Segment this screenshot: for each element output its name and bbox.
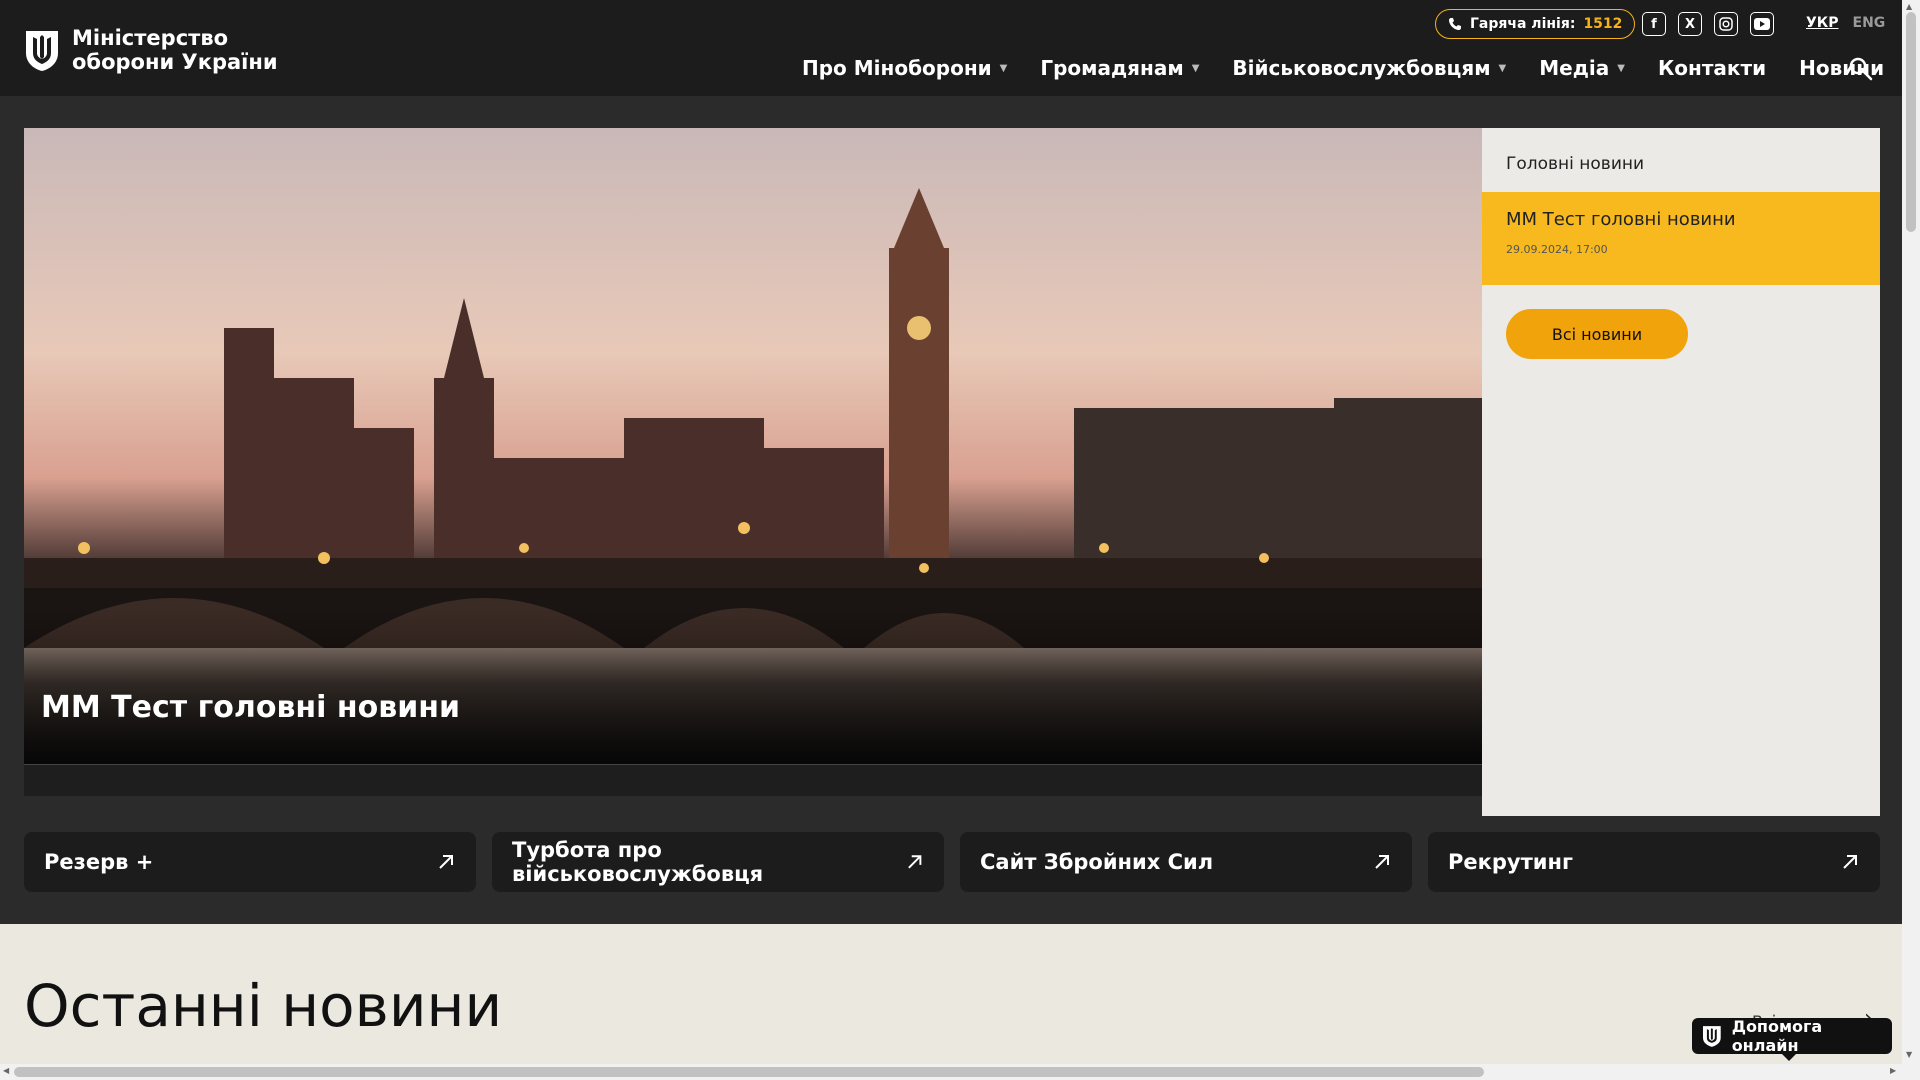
- hotline-number: 1512: [1583, 16, 1623, 32]
- news-item-date: 29.09.2024, 17:00: [1506, 243, 1608, 256]
- lang-ukr[interactable]: УКР: [1806, 15, 1839, 31]
- logo-line-1: Міністерство: [72, 26, 229, 50]
- quick-link-care[interactable]: Турбота про військовослужбовця: [492, 832, 944, 892]
- quick-link-recruiting[interactable]: Рекрутинг: [1428, 832, 1880, 892]
- quick-link-label: Резерв +: [44, 850, 154, 874]
- quick-link-armed-forces[interactable]: Сайт Збройних Сил: [960, 832, 1412, 892]
- nav-servicemen[interactable]: Військовослужбовцям ▼: [1232, 56, 1506, 80]
- nav-media[interactable]: Медіа ▼: [1539, 56, 1625, 80]
- latest-news-title: Останні новини: [24, 972, 503, 1040]
- hotline-label: Гаряча лінія:: [1470, 16, 1576, 32]
- quick-links: Резерв + Турбота про військовослужбовця …: [24, 832, 1880, 892]
- nav-label: Громадянам: [1040, 56, 1184, 80]
- help-online-button[interactable]: Допомога онлайн: [1692, 1017, 1892, 1055]
- vertical-scroll-thumb[interactable]: [1906, 12, 1916, 232]
- hero-divider: [24, 764, 1482, 765]
- quick-link-reserve[interactable]: Резерв +: [24, 832, 476, 892]
- nav-label: Про Міноборони: [802, 56, 992, 80]
- lang-eng[interactable]: ENG: [1853, 15, 1886, 31]
- caret-down-icon: ▼: [1191, 62, 1200, 74]
- trident-logo-icon: [26, 31, 58, 71]
- scroll-down-icon[interactable]: ▼: [1906, 1050, 1912, 1059]
- quick-link-label: Рекрутинг: [1448, 850, 1573, 874]
- hero-image: [24, 128, 1482, 764]
- site-logo[interactable]: Міністерство оборони України: [24, 26, 278, 74]
- quick-link-label: Сайт Збройних Сил: [980, 850, 1214, 874]
- site-header: Міністерство оборони України Гаряча ліні…: [0, 0, 1902, 96]
- horizontal-scrollbar[interactable]: ◀ ▶: [0, 1064, 1902, 1080]
- phone-icon: [1449, 18, 1461, 30]
- caret-down-icon: ▼: [1498, 62, 1507, 74]
- caret-down-icon: ▼: [999, 62, 1008, 74]
- horizontal-scroll-thumb[interactable]: [14, 1067, 1484, 1077]
- quick-link-label: Турбота про військовослужбовця: [512, 838, 764, 886]
- logo-text: Міністерство оборони України: [72, 26, 278, 74]
- nav-about-ministry[interactable]: Про Міноборони ▼: [802, 56, 1007, 80]
- arrow-up-right-icon: [439, 855, 453, 869]
- scroll-right-icon[interactable]: ▶: [1890, 1066, 1896, 1075]
- caret-down-icon: ▼: [1617, 62, 1625, 74]
- nav-citizens[interactable]: Громадянам ▼: [1040, 56, 1199, 80]
- facebook-icon[interactable]: f: [1642, 12, 1666, 36]
- logo-line-2: оборони України: [72, 50, 278, 74]
- nav-contacts[interactable]: Контакти: [1658, 56, 1766, 80]
- trident-icon: [1702, 1026, 1721, 1047]
- news-item-title: ММ Тест головні новини: [1506, 209, 1736, 230]
- arrow-up-right-icon: [907, 855, 922, 869]
- main-nav: Про Міноборони ▼ Громадянам ▼ Військовос…: [802, 56, 1884, 80]
- search-icon[interactable]: [1848, 56, 1874, 82]
- help-label: Допомога онлайн: [1731, 1017, 1823, 1055]
- nav-label: Військовослужбовцям: [1232, 56, 1491, 80]
- arrow-up-right-icon: [1375, 855, 1389, 869]
- x-icon[interactable]: X: [1678, 12, 1702, 36]
- social-links: f X: [1642, 12, 1774, 36]
- language-switcher: УКР ENG: [1806, 15, 1885, 31]
- instagram-icon[interactable]: [1714, 12, 1738, 36]
- nav-label: Контакти: [1657, 56, 1767, 80]
- hotline-button[interactable]: Гаряча лінія: 1512: [1435, 9, 1636, 39]
- hero-title[interactable]: ММ Тест головні новини: [41, 690, 460, 725]
- all-news-button[interactable]: Всі новини: [1506, 309, 1688, 359]
- vertical-scrollbar[interactable]: ▲ ▼: [1902, 0, 1920, 1080]
- sidebar-title: Головні новини: [1506, 154, 1645, 174]
- nav-label: Медіа: [1539, 56, 1610, 80]
- help-bubble-tail: [1780, 1052, 1798, 1061]
- top-news-sidebar: Головні новини ММ Тест головні новини 29…: [1482, 128, 1880, 816]
- london-skyline-image: [24, 128, 1482, 764]
- sidebar-news-item[interactable]: ММ Тест головні новини 29.09.2024, 17:00: [1482, 192, 1880, 285]
- arrow-up-right-icon: [1843, 855, 1857, 869]
- scroll-left-icon[interactable]: ◀: [3, 1066, 9, 1075]
- scroll-up-icon[interactable]: ▲: [1906, 2, 1912, 11]
- hero-news[interactable]: ММ Тест головні новини: [24, 128, 1482, 796]
- latest-news-section: Останні новини Всі новини ›: [0, 924, 1902, 1068]
- youtube-icon[interactable]: [1750, 12, 1774, 36]
